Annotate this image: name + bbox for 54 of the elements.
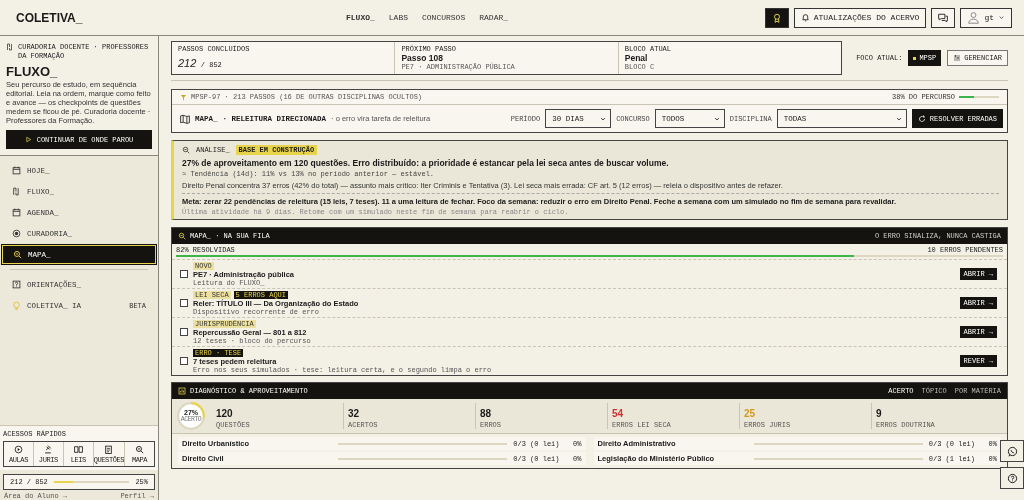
caret-icon — [998, 14, 1005, 21]
headline: 27% de aproveitamento em 120 questões. Erro distribuído: a prioridade é estancar pela lei seca antes de buscar volume. — [182, 158, 670, 168]
help-button[interactable] — [1000, 467, 1024, 489]
stat-value: 212 — [178, 57, 197, 69]
search-icon — [135, 445, 145, 454]
whatsapp-button[interactable] — [1000, 440, 1024, 462]
avatar-icon — [967, 11, 981, 24]
stat-value: 32 — [348, 408, 360, 419]
user-menu[interactable]: gt — [960, 7, 1012, 28]
help-icon — [1006, 472, 1018, 484]
clipboard-icon — [104, 445, 114, 454]
search-icon — [13, 250, 22, 259]
sliders-icon — [953, 54, 962, 62]
stat-value: 120 — [216, 408, 233, 419]
flow-icon — [12, 187, 21, 196]
stat-value: 9 — [876, 408, 882, 419]
nav-link[interactable]: FLUXO_ — [346, 13, 375, 22]
bell-icon — [800, 13, 810, 22]
bulb-icon — [12, 301, 21, 310]
nav-link[interactable]: CONCURSOS — [422, 13, 466, 22]
gavel-icon — [43, 445, 53, 454]
chart-icon — [178, 387, 186, 395]
stat-value: 88 — [480, 408, 492, 419]
award-icon — [771, 12, 782, 23]
search-icon — [182, 146, 190, 154]
stat-value: 25 — [744, 408, 756, 419]
flow-icon — [6, 43, 14, 51]
updates-button[interactable]: ATUALIZAÇÕES DO ACERVO — [793, 7, 927, 28]
play-icon — [24, 136, 32, 143]
target-icon — [12, 229, 21, 238]
calendar-icon — [12, 166, 21, 175]
checkbox[interactable] — [180, 328, 188, 336]
play-icon — [13, 445, 23, 454]
award-button[interactable] — [764, 7, 789, 28]
nav-link[interactable]: RADAR_ — [479, 13, 509, 22]
filter-icon — [180, 93, 187, 101]
refresh-icon — [917, 114, 926, 123]
checkbox[interactable] — [180, 357, 188, 365]
sidebar-title: FLUXO_ — [6, 64, 59, 79]
map-icon — [180, 113, 190, 124]
whatsapp-icon — [1006, 445, 1018, 457]
book-icon — [73, 445, 83, 454]
stat-value: Passo 108 — [401, 53, 444, 63]
logo[interactable]: COLETIVA_ — [16, 10, 346, 25]
checkbox[interactable] — [180, 299, 188, 307]
search-icon — [178, 232, 186, 240]
stat-value: Penal — [624, 53, 649, 63]
nav-link[interactable]: LABS — [388, 13, 408, 22]
chat-icon — [938, 12, 949, 23]
stat-value: 54 — [612, 408, 624, 419]
help-icon — [12, 280, 21, 289]
chat-button[interactable] — [931, 7, 956, 28]
calendar-icon — [12, 208, 21, 217]
checkbox[interactable] — [180, 270, 188, 278]
